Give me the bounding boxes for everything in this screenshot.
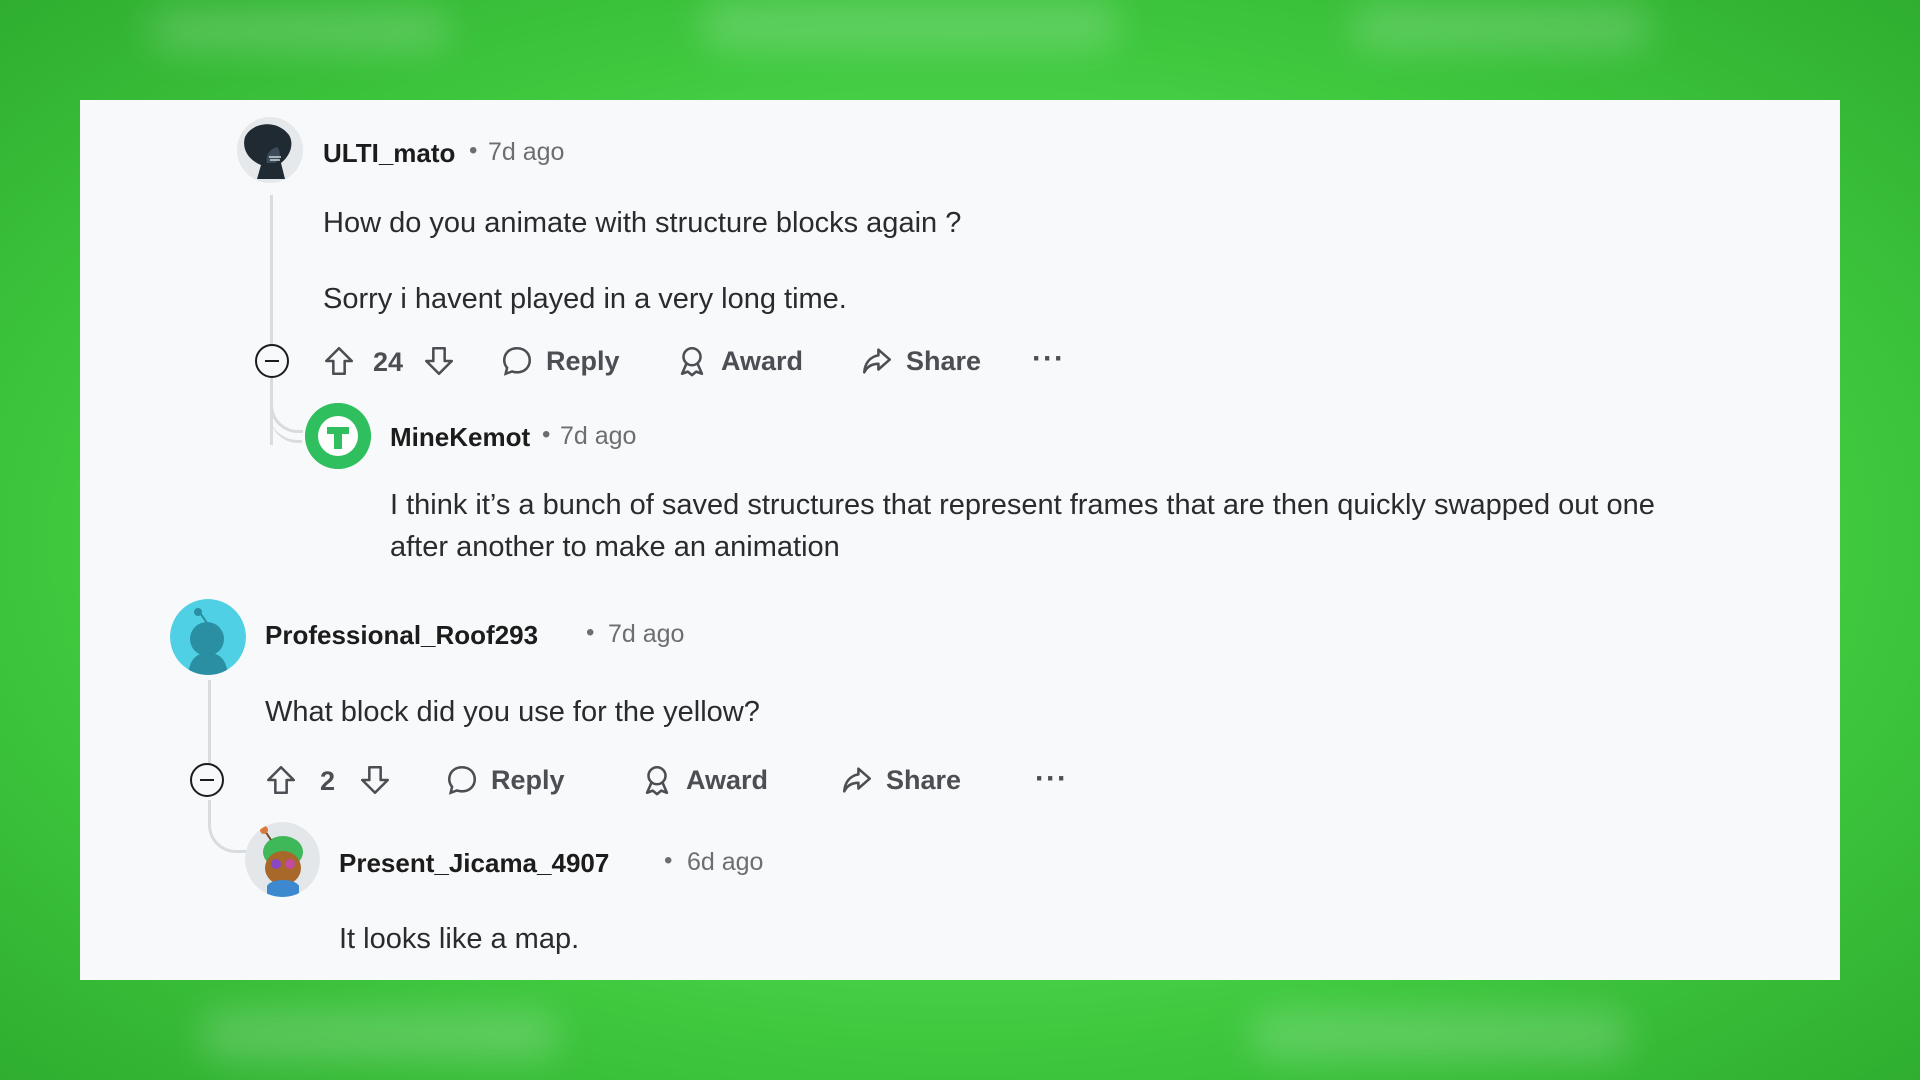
username[interactable]: Professional_Roof293 bbox=[265, 620, 538, 651]
timestamp[interactable]: 7d ago bbox=[608, 620, 684, 649]
downvote-icon[interactable] bbox=[422, 344, 456, 378]
comment-thread-card: ULTI_mato • 7d ago How do you animate wi… bbox=[80, 100, 1840, 980]
username[interactable]: ULTI_mato bbox=[323, 138, 455, 169]
upvote-icon[interactable] bbox=[322, 344, 356, 378]
collapse-icon[interactable] bbox=[190, 763, 224, 797]
separator-dot: • bbox=[469, 137, 478, 164]
share-icon bbox=[860, 344, 894, 378]
reply-button[interactable]: Reply bbox=[445, 763, 565, 797]
award-button[interactable]: Award bbox=[640, 763, 768, 797]
share-label: Share bbox=[886, 764, 962, 795]
comment-body-line: What block did you use for the yellow? bbox=[265, 696, 760, 728]
comment-body-line: How do you animate with structure blocks… bbox=[323, 207, 962, 239]
reply-label: Reply bbox=[491, 764, 565, 795]
background-streak bbox=[1350, 5, 1650, 50]
share-label: Share bbox=[906, 345, 982, 376]
more-options-button[interactable]: ··· bbox=[1032, 342, 1065, 376]
reply-button[interactable]: Reply bbox=[500, 344, 620, 378]
timestamp[interactable]: 6d ago bbox=[687, 848, 763, 877]
separator-dot: • bbox=[542, 421, 551, 448]
background-streak bbox=[200, 1010, 560, 1060]
comment-icon bbox=[445, 763, 479, 797]
comment-body-line: It looks like a map. bbox=[339, 923, 580, 955]
downvote-icon[interactable] bbox=[358, 763, 392, 797]
t-avatar-icon[interactable] bbox=[305, 403, 371, 469]
username[interactable]: MineKemot bbox=[390, 422, 530, 453]
separator-dot: • bbox=[664, 847, 673, 874]
comment-icon bbox=[500, 344, 534, 378]
share-button[interactable]: Share bbox=[840, 763, 961, 797]
upvote-icon[interactable] bbox=[264, 763, 298, 797]
thread-line bbox=[208, 680, 211, 776]
background-streak bbox=[1250, 1010, 1630, 1060]
award-label: Award bbox=[686, 764, 769, 795]
timestamp[interactable]: 7d ago bbox=[488, 138, 564, 167]
share-icon bbox=[840, 763, 874, 797]
share-button[interactable]: Share bbox=[860, 344, 981, 378]
vote-count: 2 bbox=[320, 766, 336, 796]
collapse-icon[interactable] bbox=[255, 344, 289, 378]
separator-dot: • bbox=[586, 619, 595, 646]
background-streak bbox=[150, 10, 450, 50]
more-options-button[interactable]: ··· bbox=[1035, 762, 1068, 796]
username[interactable]: Present_Jicama_4907 bbox=[339, 848, 609, 879]
character-avatar-icon[interactable] bbox=[245, 822, 320, 897]
award-icon bbox=[675, 344, 709, 378]
thread-connector bbox=[208, 800, 253, 853]
award-button[interactable]: Award bbox=[675, 344, 803, 378]
alien-avatar-icon[interactable] bbox=[237, 117, 303, 183]
comment-body-line: I think it’s a bunch of saved structures… bbox=[390, 489, 1655, 521]
timestamp[interactable]: 7d ago bbox=[560, 422, 636, 451]
vote-count: 24 bbox=[373, 347, 404, 377]
comment-body-line: Sorry i havent played in a very long tim… bbox=[323, 283, 847, 315]
award-label: Award bbox=[721, 345, 804, 376]
reply-label: Reply bbox=[546, 345, 620, 376]
snoo-avatar-icon[interactable] bbox=[170, 599, 246, 675]
background-streak bbox=[700, 0, 1120, 50]
award-icon bbox=[640, 763, 674, 797]
comment-body-line: after another to make an animation bbox=[390, 531, 840, 563]
